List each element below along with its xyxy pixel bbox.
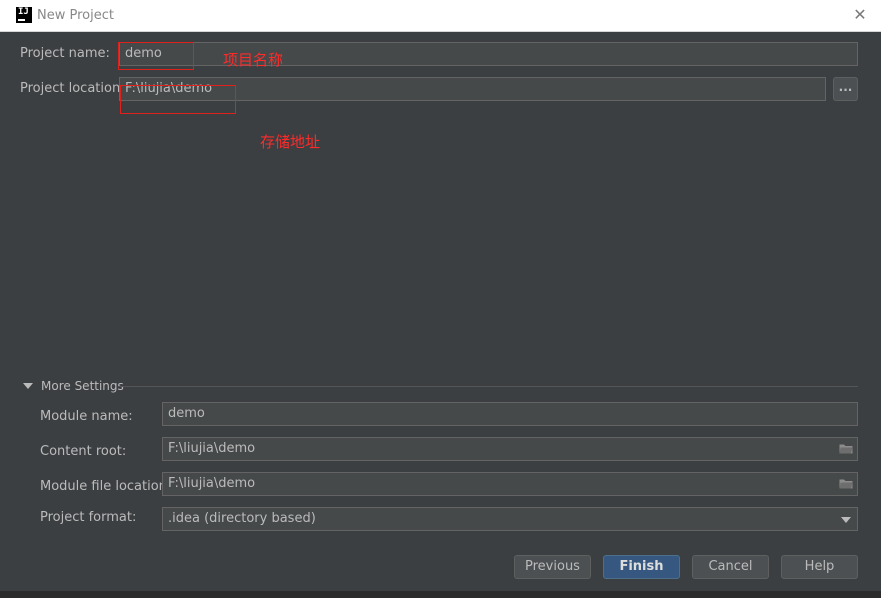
location-annotation-box bbox=[120, 85, 236, 114]
cancel-button[interactable]: Cancel bbox=[692, 555, 769, 579]
content-root-input[interactable]: F:\liujia\demo bbox=[162, 437, 858, 461]
content-root-label: Content root: bbox=[40, 444, 127, 459]
title-bar: IJ New Project ✕ bbox=[0, 0, 881, 32]
project-format-select[interactable]: .idea (directory based) bbox=[162, 507, 858, 531]
name-annotation-box bbox=[118, 42, 194, 70]
folder-icon[interactable] bbox=[839, 443, 853, 454]
section-divider bbox=[118, 386, 858, 387]
close-icon[interactable]: ✕ bbox=[851, 6, 869, 24]
module-file-location-input[interactable]: F:\liujia\demo bbox=[162, 472, 858, 496]
browse-location-button[interactable]: ... bbox=[833, 77, 858, 101]
new-project-dialog: IJ New Project ✕ Project name: demo Proj… bbox=[0, 0, 881, 591]
window-bottom-edge bbox=[0, 591, 881, 598]
module-file-location-label: Module file location: bbox=[40, 479, 172, 494]
name-annotation-text: 项目名称 bbox=[223, 51, 284, 69]
folder-icon[interactable] bbox=[839, 478, 853, 489]
project-format-value: .idea (directory based) bbox=[168, 511, 316, 526]
module-name-label: Module name: bbox=[40, 409, 133, 424]
module-name-input[interactable]: demo bbox=[162, 402, 858, 426]
expand-triangle-icon[interactable] bbox=[23, 383, 33, 389]
project-name-label: Project name: bbox=[20, 46, 110, 61]
module-file-location-value: F:\liujia\demo bbox=[168, 476, 256, 491]
help-button[interactable]: Help bbox=[781, 555, 858, 579]
location-annotation-text: 存储地址 bbox=[260, 133, 321, 151]
project-location-label: Project location: bbox=[20, 81, 125, 96]
intellij-logo-icon: IJ bbox=[16, 7, 32, 23]
more-settings-toggle[interactable]: More Settings bbox=[41, 379, 124, 393]
window-title: New Project bbox=[37, 8, 114, 23]
finish-button[interactable]: Finish bbox=[603, 555, 680, 579]
previous-button[interactable]: Previous bbox=[514, 555, 591, 579]
chevron-down-icon bbox=[841, 517, 851, 523]
project-format-label: Project format: bbox=[40, 510, 137, 525]
content-root-value: F:\liujia\demo bbox=[168, 441, 256, 456]
